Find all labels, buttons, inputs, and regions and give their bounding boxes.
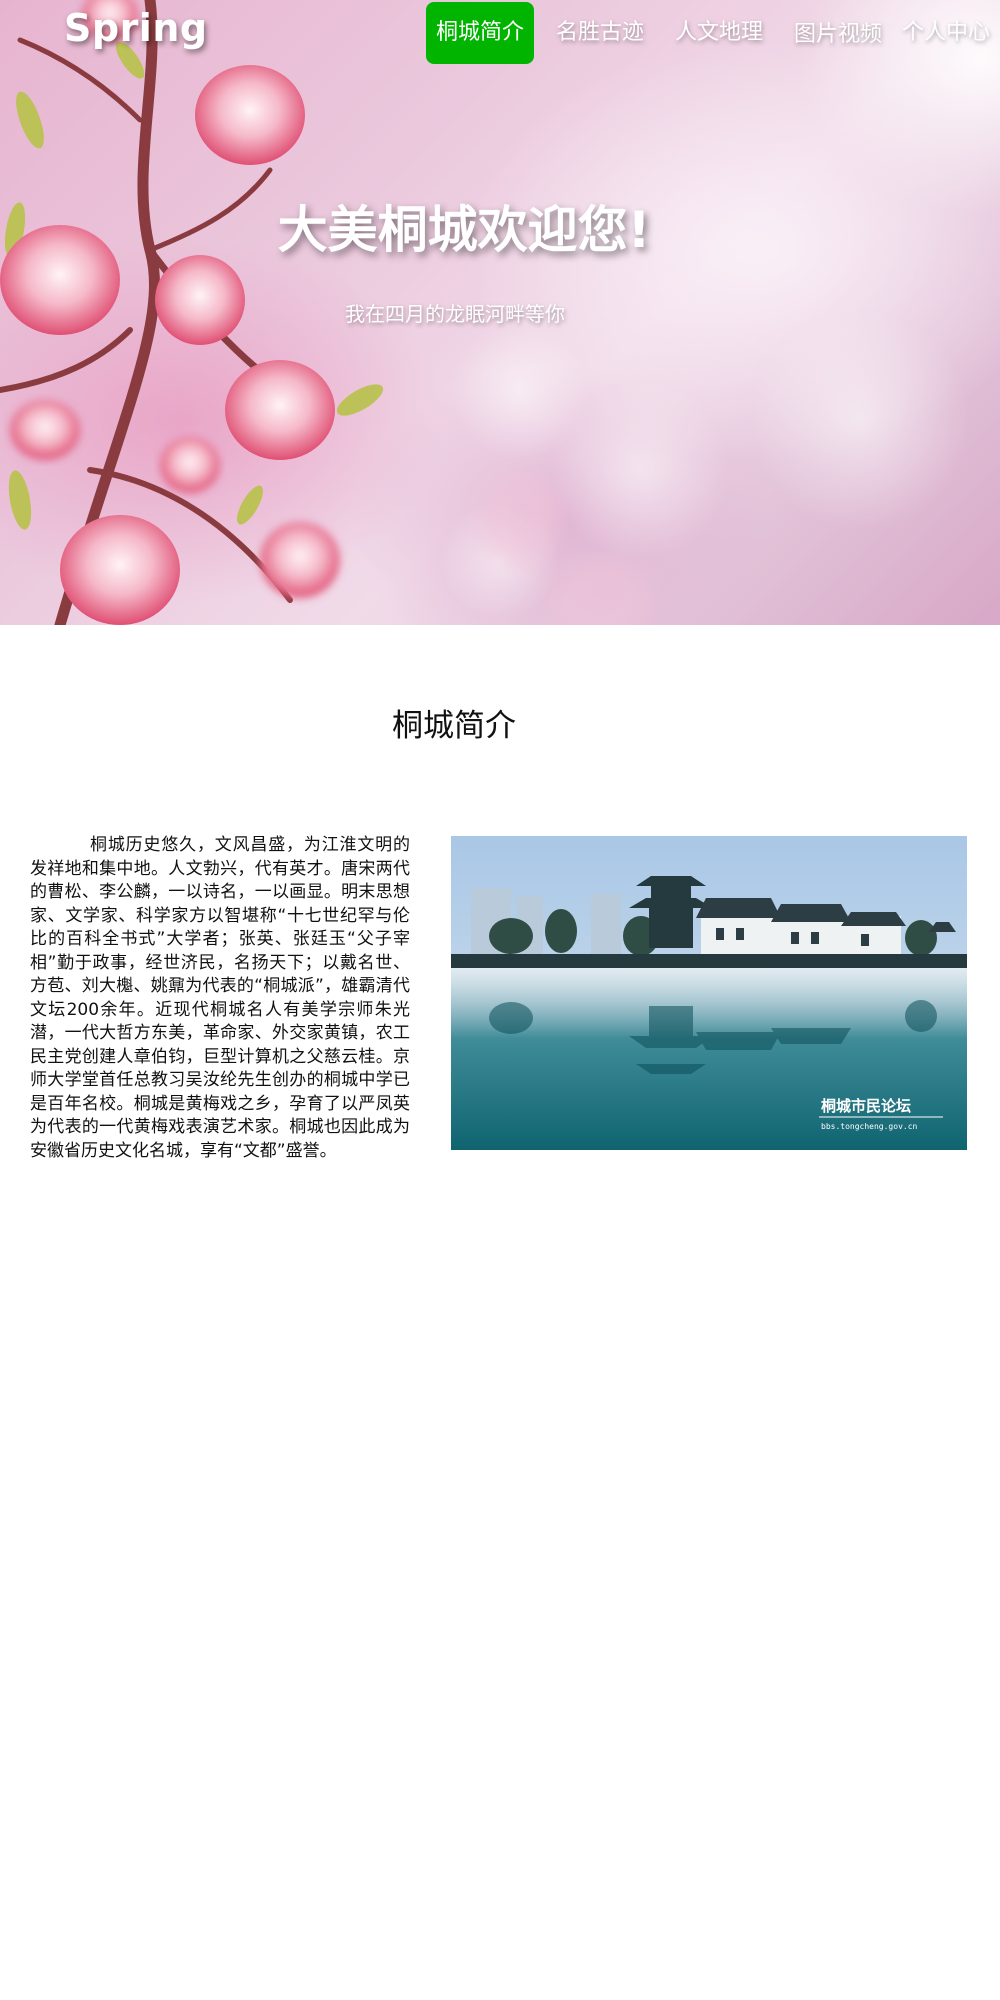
nav-item-intro[interactable]: 桐城简介 <box>426 2 534 64</box>
photo-watermark: 桐城市民论坛 <box>821 1097 911 1115</box>
intro-paragraph: 桐城历史悠久，文风昌盛，为江淮文明的发祥地和集中地。人文勃兴，代有英才。唐宋两代… <box>30 835 410 1161</box>
nav-item-profile[interactable]: 个人中心 <box>892 2 1000 64</box>
hero-subtitle: 我在四月的龙眠河畔等你 <box>345 302 565 326</box>
hero-title: 大美桐城欢迎您! <box>277 201 651 259</box>
photo-watermark-url: bbs.tongcheng.gov.cn <box>821 1122 918 1131</box>
nav-item-photos-videos[interactable]: 图片视频 <box>784 4 892 66</box>
hero-banner: Spring 桐城简介 名胜古迹 人文地理 图片视频 个人中心 大美桐城欢迎您!… <box>0 0 1000 625</box>
section-heading: 桐城简介 <box>392 708 516 744</box>
nav-item-culture-geography[interactable]: 人文地理 <box>665 2 773 64</box>
top-nav: 桐城简介 名胜古迹 人文地理 图片视频 个人中心 <box>0 0 1000 66</box>
nav-item-scenic-sites[interactable]: 名胜古迹 <box>546 2 654 64</box>
lakeside-pavilion-photo: 桐城市民论坛 bbs.tongcheng.gov.cn <box>451 836 967 1150</box>
